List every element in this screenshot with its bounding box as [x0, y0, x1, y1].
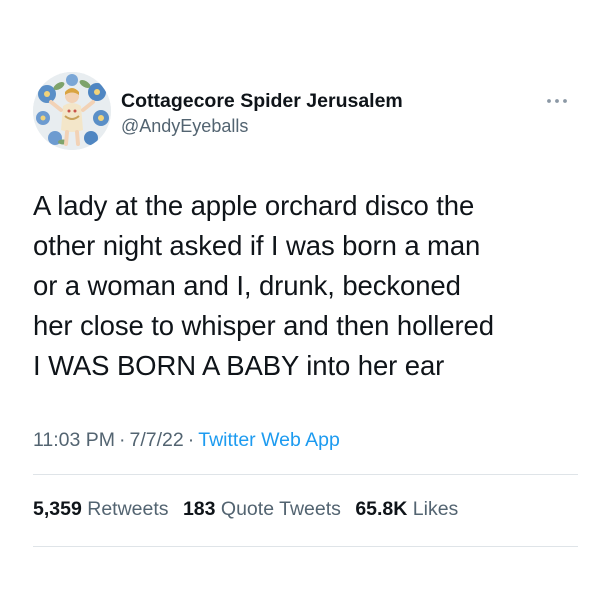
quote-tweets-label: Quote Tweets: [220, 498, 341, 520]
user-names: Cottagecore Spider Jerusalem @AndyEyebal…: [121, 89, 403, 138]
more-options-button[interactable]: [543, 94, 571, 108]
more-horizontal-icon: [547, 99, 567, 103]
tweet-stats: 5,359 Retweets 183 Quote Tweets 65.8K Li…: [33, 496, 467, 522]
tweet-header: Cottagecore Spider Jerusalem @AndyEyebal…: [33, 72, 573, 152]
user-handle[interactable]: @AndyEyeballs: [121, 114, 403, 138]
retweets-stat[interactable]: 5,359 Retweets: [33, 496, 169, 522]
tweet-meta: 11:03 PM · 7/7/22 · Twitter Web App: [33, 427, 340, 453]
tweet-text: A lady at the apple orchard disco the ot…: [33, 190, 494, 381]
tweet-date[interactable]: 7/7/22: [130, 429, 184, 451]
likes-label: Likes: [412, 498, 459, 520]
avatar[interactable]: [33, 72, 111, 150]
meta-separator: ·: [187, 429, 195, 451]
likes-count: 65.8K: [355, 498, 408, 520]
avatar-illustration: [33, 72, 111, 150]
tweet-card: Cottagecore Spider Jerusalem @AndyEyebal…: [0, 0, 600, 600]
meta-separator: ·: [119, 429, 126, 451]
tweet-time[interactable]: 11:03 PM: [33, 429, 115, 451]
retweets-count: 5,359: [33, 498, 82, 520]
likes-stat[interactable]: 65.8K Likes: [355, 496, 458, 522]
retweets-label: Retweets: [87, 498, 169, 520]
quote-tweets-stat[interactable]: 183 Quote Tweets: [183, 496, 341, 522]
divider: [33, 546, 578, 547]
divider: [33, 474, 578, 475]
quote-tweets-count: 183: [182, 498, 216, 520]
tweet-source-link[interactable]: Twitter Web App: [198, 429, 340, 451]
display-name[interactable]: Cottagecore Spider Jerusalem: [121, 89, 403, 113]
